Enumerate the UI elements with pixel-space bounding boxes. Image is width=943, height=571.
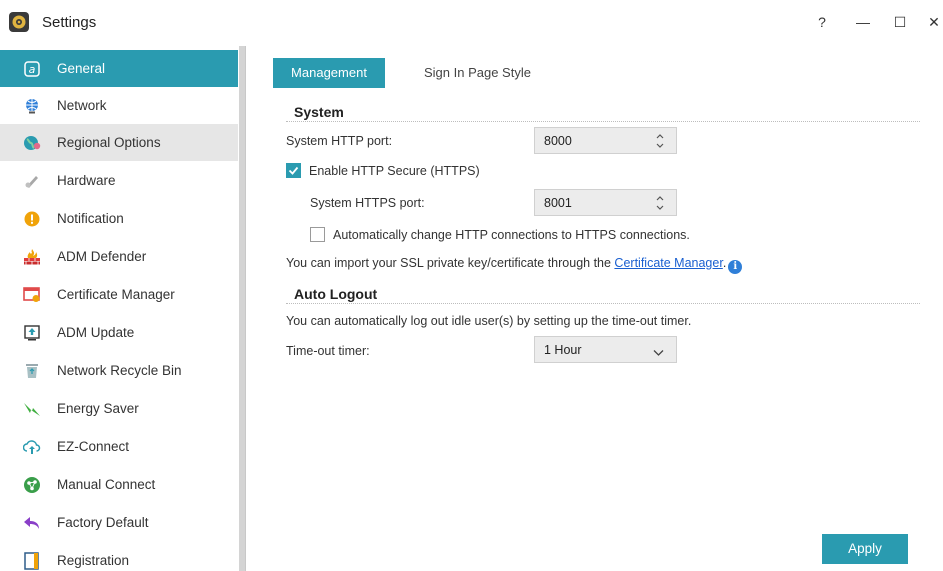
- energy-icon: [23, 400, 41, 418]
- undo-arrow-icon: [23, 514, 41, 532]
- sidebar-item-label: General: [57, 61, 106, 76]
- section-divider: [286, 303, 920, 304]
- sidebar-item-regional-options[interactable]: Regional Options: [0, 124, 238, 161]
- section-title-system: System: [294, 104, 344, 120]
- sidebar-item-notification[interactable]: Notification: [0, 200, 238, 237]
- ssl-import-text: You can import your SSL private key/cert…: [286, 256, 743, 274]
- sidebar-item-adm-defender[interactable]: ADM Defender: [0, 238, 238, 275]
- sidebar-item-label: Manual Connect: [57, 477, 156, 492]
- auto-logout-description: You can automatically log out idle user(…: [286, 314, 692, 328]
- stepper-arrows-icon[interactable]: [654, 192, 666, 214]
- timeout-timer-label: Time-out timer:: [286, 344, 370, 358]
- sidebar-item-label: ADM Defender: [57, 249, 147, 264]
- sidebar-item-network-recycle-bin[interactable]: Network Recycle Bin: [0, 352, 238, 389]
- registration-icon: [23, 551, 41, 570]
- https-port-stepper[interactable]: 8001: [534, 189, 677, 216]
- timeout-timer-value: 1 Hour: [544, 343, 582, 357]
- sidebar: a General Network Regional Options Hardw…: [0, 50, 238, 571]
- https-enable-label: Enable HTTP Secure (HTTPS): [309, 164, 480, 178]
- sidebar-item-label: ADM Update: [57, 325, 135, 340]
- sidebar-item-factory-default[interactable]: Factory Default: [0, 504, 238, 541]
- tab-management[interactable]: Management: [273, 58, 385, 88]
- sidebar-item-label: Energy Saver: [57, 401, 139, 416]
- close-button[interactable]: ✕: [924, 12, 943, 32]
- globe-icon: [23, 97, 41, 115]
- cloud-upload-icon: [23, 438, 41, 456]
- section-title-auto-logout: Auto Logout: [294, 286, 378, 302]
- auto-redirect-label: Automatically change HTTP connections to…: [333, 228, 690, 242]
- https-enable-checkbox[interactable]: [286, 163, 301, 178]
- exclamation-icon: [23, 210, 41, 228]
- chevron-down-icon: [653, 345, 664, 360]
- ssl-import-suffix: .: [722, 256, 727, 270]
- help-button[interactable]: ?: [812, 12, 832, 32]
- main-panel: Management Sign In Page Style System Sys…: [246, 46, 943, 571]
- sidebar-item-certificate-manager[interactable]: Certificate Manager: [0, 276, 238, 313]
- sidebar-item-label: Network Recycle Bin: [57, 363, 182, 378]
- http-port-label: System HTTP port:: [286, 134, 393, 148]
- sidebar-item-label: Network: [57, 98, 107, 113]
- info-icon[interactable]: i: [728, 260, 743, 274]
- timeout-timer-select[interactable]: 1 Hour: [534, 336, 677, 363]
- ssl-import-prefix: You can import your SSL private key/cert…: [286, 256, 615, 270]
- recycle-bin-icon: [23, 362, 41, 380]
- checkmark-icon: [288, 166, 299, 175]
- update-icon: [23, 324, 41, 342]
- sidebar-item-network[interactable]: Network: [0, 87, 238, 124]
- https-port-label: System HTTPS port:: [310, 196, 425, 210]
- general-icon: a: [23, 60, 41, 78]
- hardware-icon: [23, 172, 41, 190]
- sidebar-item-adm-update[interactable]: ADM Update: [0, 314, 238, 351]
- apply-button[interactable]: Apply: [822, 534, 908, 564]
- sidebar-item-registration[interactable]: Registration: [0, 542, 238, 571]
- sidebar-item-label: Hardware: [57, 173, 116, 188]
- certificate-manager-link[interactable]: Certificate Manager: [614, 256, 722, 270]
- section-divider: [286, 121, 920, 122]
- stepper-arrows-icon[interactable]: [654, 130, 666, 152]
- firewall-icon: [23, 248, 41, 266]
- maximize-button[interactable]: ☐: [890, 12, 910, 32]
- sidebar-item-label: Certificate Manager: [57, 287, 175, 302]
- sidebar-item-ez-connect[interactable]: EZ-Connect: [0, 428, 238, 465]
- auto-redirect-checkbox[interactable]: [310, 227, 325, 242]
- sidebar-item-label: Factory Default: [57, 515, 149, 530]
- network-nodes-icon: [23, 476, 41, 494]
- https-port-value: 8001: [544, 196, 572, 210]
- certificate-icon: [23, 286, 41, 304]
- gear-icon: [9, 12, 29, 32]
- sidebar-item-manual-connect[interactable]: Manual Connect: [0, 466, 238, 503]
- sidebar-item-label: Regional Options: [57, 135, 161, 150]
- http-port-value: 8000: [544, 134, 572, 148]
- tab-sign-in-page-style[interactable]: Sign In Page Style: [424, 58, 531, 88]
- sidebar-item-label: EZ-Connect: [57, 439, 130, 454]
- sidebar-item-general[interactable]: a General: [0, 50, 238, 87]
- minimize-button[interactable]: —: [853, 12, 873, 32]
- window-title: Settings: [42, 14, 97, 31]
- sidebar-item-hardware[interactable]: Hardware: [0, 162, 238, 199]
- http-port-stepper[interactable]: 8000: [534, 127, 677, 154]
- title-bar: Settings ? — ☐ ✕: [0, 0, 943, 46]
- sidebar-item-label: Registration: [57, 553, 130, 568]
- svg-text:a: a: [29, 63, 36, 76]
- sidebar-item-energy-saver[interactable]: Energy Saver: [0, 390, 238, 427]
- world-icon: [23, 134, 41, 152]
- sidebar-item-label: Notification: [57, 211, 124, 226]
